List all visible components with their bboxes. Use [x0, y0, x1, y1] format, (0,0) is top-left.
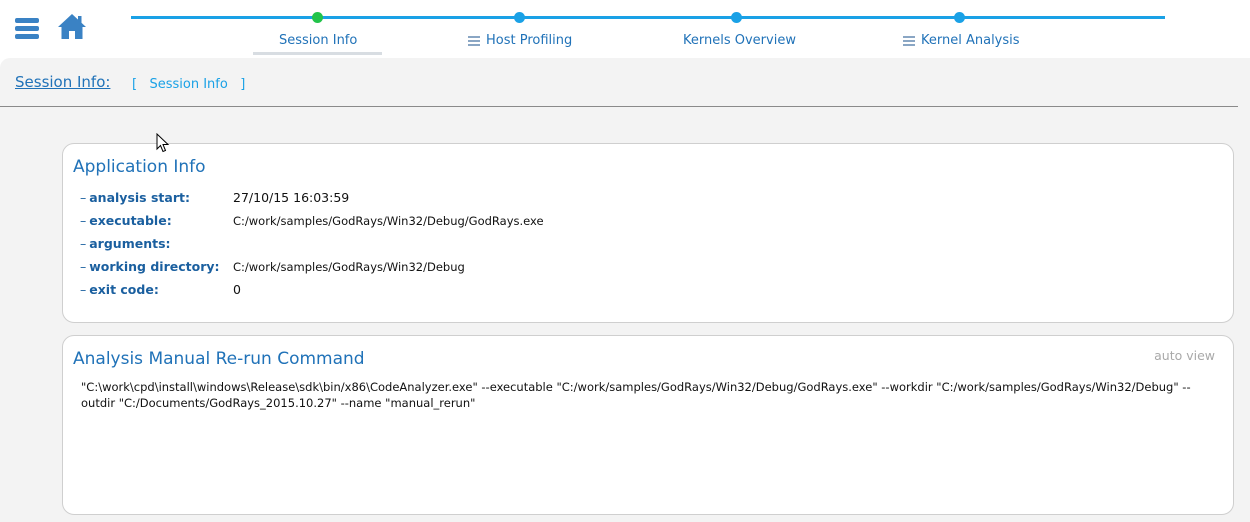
- info-row-working-directory: – working directory: C:/work/samples/GodRa…: [80, 259, 465, 274]
- header-divider: [0, 106, 1238, 107]
- breadcrumb-open-bracket: [: [132, 77, 138, 92]
- info-value: 27/10/15 16:03:59: [233, 190, 350, 205]
- info-label-text: working directory:: [89, 259, 220, 274]
- tab-session-info-label: Session Info: [279, 33, 358, 48]
- progress-line: [131, 16, 1165, 19]
- info-label: – arguments:: [80, 236, 171, 251]
- rerun-command-panel: Analysis Manual Re-run Command auto view…: [62, 335, 1234, 515]
- tab-kernels-overview-label: Kernels Overview: [683, 33, 796, 48]
- tab-kernel-analysis[interactable]: Kernel Analysis: [903, 33, 1020, 48]
- step-dot-kernels-overview[interactable]: [731, 12, 742, 23]
- tab-host-profiling-label: Host Profiling: [486, 33, 573, 48]
- main-content: Session Info: [ Session Info ] Applicati…: [0, 58, 1250, 522]
- info-label-text: arguments:: [89, 236, 171, 251]
- breadcrumb-session-info-link[interactable]: Session Info: [149, 77, 227, 92]
- mouse-cursor-icon: [156, 133, 170, 153]
- info-label-text: exit code:: [89, 282, 159, 297]
- breadcrumb-close-bracket: ]: [240, 77, 246, 92]
- top-nav-bar: Session Info Host Profiling Kernels Over…: [0, 0, 1250, 58]
- info-label: – exit code:: [80, 282, 159, 297]
- step-dot-kernel-analysis[interactable]: [954, 12, 965, 23]
- home-icon[interactable]: [56, 12, 88, 40]
- info-row-exit-code: – exit code: 0: [80, 282, 241, 297]
- list-icon: [903, 34, 915, 48]
- info-label: – executable:: [80, 213, 172, 228]
- info-row-arguments: – arguments:: [80, 236, 233, 251]
- tab-kernel-analysis-label: Kernel Analysis: [921, 33, 1020, 48]
- info-label-text: analysis start:: [89, 190, 190, 205]
- session-info-header-link[interactable]: Session Info:: [15, 73, 110, 91]
- application-info-title: Application Info: [73, 157, 206, 177]
- rerun-command-title: Analysis Manual Re-run Command: [73, 349, 365, 369]
- info-value: C:/work/samples/GodRays/Win32/Debug: [233, 260, 465, 274]
- info-value: C:/work/samples/GodRays/Win32/Debug/GodR…: [233, 214, 544, 228]
- info-row-analysis-start: – analysis start: 27/10/15 16:03:59: [80, 190, 349, 205]
- step-dot-session-info[interactable]: [312, 12, 323, 23]
- auto-view-button[interactable]: auto view: [1154, 348, 1215, 363]
- hamburger-menu-icon[interactable]: [15, 18, 39, 40]
- info-label: – working directory:: [80, 259, 220, 274]
- info-label: – analysis start:: [80, 190, 190, 205]
- info-value: 0: [233, 282, 241, 297]
- list-icon: [468, 34, 480, 48]
- active-tab-underline: [253, 52, 382, 55]
- rerun-command-text: "C:\work\cpd\install\windows\Release\sdk…: [81, 380, 1191, 410]
- breadcrumb: [ Session Info ]: [132, 77, 245, 92]
- tab-host-profiling[interactable]: Host Profiling: [468, 33, 572, 48]
- application-info-panel: Application Info – analysis start: 27/10/1…: [62, 143, 1234, 323]
- step-dot-host-profiling[interactable]: [514, 12, 525, 23]
- tab-session-info[interactable]: Session Info: [279, 33, 357, 48]
- tab-kernels-overview[interactable]: Kernels Overview: [683, 33, 796, 48]
- info-label-text: executable:: [89, 213, 172, 228]
- info-row-executable: – executable: C:/work/samples/GodRays/Win3…: [80, 213, 544, 228]
